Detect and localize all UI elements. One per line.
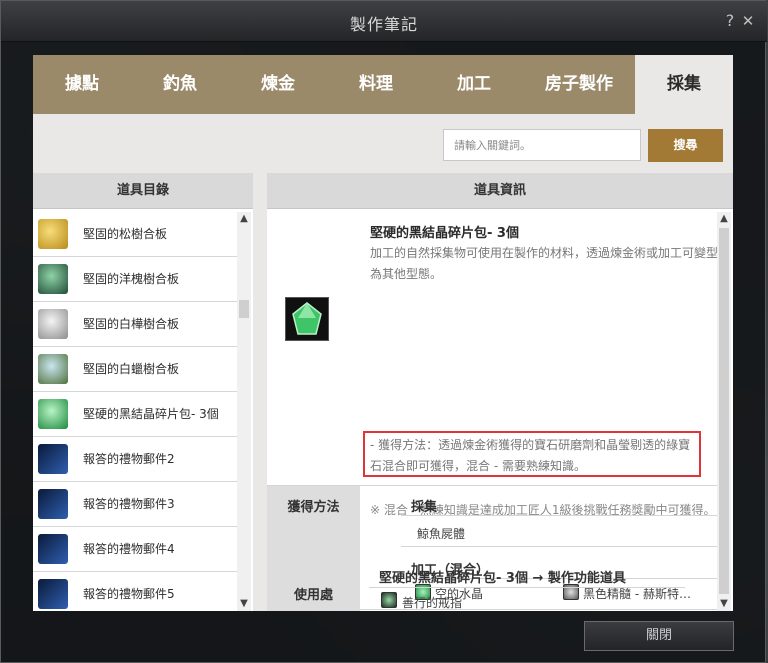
search-button[interactable]: 搜尋 xyxy=(648,129,723,162)
list-item-label: 堅固的洋槐樹合板 xyxy=(83,272,180,286)
item-info-panel: 道具資訊 堅硬的黑結晶碎片包- 3個 加工的自然採集物可使用在製作的材料，透過煉… xyxy=(267,173,733,611)
gift-mail-icon xyxy=(38,579,68,609)
list-item[interactable]: 堅硬的黑結晶碎片包- 3個 xyxy=(33,392,237,437)
gift-mail-icon xyxy=(38,444,68,474)
item-info-scrollbar[interactable]: ▲ ▼ xyxy=(717,212,731,611)
section-divider xyxy=(401,515,717,516)
list-item-label: 報答的禮物郵件3 xyxy=(83,497,175,511)
gather-title: 採集 xyxy=(411,500,438,515)
scroll-up-icon[interactable]: ▲ xyxy=(237,212,251,226)
close-icon[interactable]: ✕ xyxy=(740,12,756,30)
list-item[interactable]: 報答的禮物郵件2 xyxy=(33,437,237,482)
category-tabs: 據點 釣魚 煉金 料理 加工 房子製作 採集 xyxy=(33,55,733,114)
tab-cooking[interactable]: 料理 xyxy=(327,55,425,114)
plank-mixed-icon xyxy=(38,354,68,384)
window-title: 製作筆記 xyxy=(349,15,418,34)
tab-fishing[interactable]: 釣魚 xyxy=(131,55,229,114)
plank-white-icon xyxy=(38,309,68,339)
list-item[interactable]: 堅固的松樹合板 xyxy=(33,212,237,257)
gather-item[interactable]: 鯨魚屍體 xyxy=(417,525,465,542)
obtain-method-text: - 獲得方法：透過煉金術獲得的寶石研磨劑和晶瑩剔透的綠寶石混合即可獲得，混合 -… xyxy=(370,438,691,473)
tab-house-crafting[interactable]: 房子製作 xyxy=(523,55,635,114)
title-bar[interactable]: 製作筆記 ? ✕ xyxy=(1,1,767,42)
list-item[interactable]: 堅固的洋槐樹合板 xyxy=(33,257,237,302)
plank-green-icon xyxy=(38,264,68,294)
usage-section-label: 使用處 xyxy=(293,588,333,603)
list-item-label: 報答的禮物郵件4 xyxy=(83,542,175,556)
list-item-label: 堅固的松樹合板 xyxy=(83,227,168,241)
scroll-down-icon[interactable]: ▼ xyxy=(717,597,731,611)
gift-mail-icon xyxy=(38,534,68,564)
close-window-button[interactable]: 關閉 xyxy=(584,621,734,651)
item-description: 加工的自然採集物可使用在製作的材料，透過煉金術或加工可變型為其他型態。 xyxy=(370,246,719,281)
plank-gold-icon xyxy=(38,219,68,249)
item-list-header: 道具目錄 xyxy=(33,173,253,209)
tab-gathering[interactable]: 採集 xyxy=(635,55,733,114)
list-item[interactable]: 堅固的白樺樹合板 xyxy=(33,302,237,347)
ring-icon xyxy=(381,592,397,608)
tab-stronghold[interactable]: 據點 xyxy=(33,55,131,114)
list-item-label: 堅固的白樺樹合板 xyxy=(83,317,180,331)
list-item[interactable]: 報答的禮物郵件3 xyxy=(33,482,237,527)
obtain-section-label: 獲得方法 xyxy=(287,500,340,515)
crystal-green-icon xyxy=(38,399,68,429)
list-item-label: 報答的禮物郵件2 xyxy=(83,452,175,466)
scroll-thumb[interactable] xyxy=(719,228,729,594)
tab-processing[interactable]: 加工 xyxy=(425,55,523,114)
gift-mail-icon xyxy=(38,489,68,519)
tab-alchemy[interactable]: 煉金 xyxy=(229,55,327,114)
list-item[interactable]: 堅固的白蠟樹合板 xyxy=(33,347,237,392)
crafting-notes-window: 製作筆記 ? ✕ 據點 釣魚 煉金 料理 加工 房子製作 採集 搜尋 道具目錄 … xyxy=(0,0,767,663)
scroll-down-icon[interactable]: ▼ xyxy=(237,597,251,611)
section-divider xyxy=(369,587,685,588)
item-info-header: 道具資訊 xyxy=(267,173,733,209)
list-item[interactable]: 報答的禮物郵件5 xyxy=(33,572,237,611)
help-button[interactable]: ? xyxy=(722,12,738,30)
item-list-panel: 道具目錄 堅固的松樹合板 堅固的洋槐樹合板 堅固的白樺樹合板 堅固的白蠟樹合板 … xyxy=(33,173,253,611)
list-item-label: 堅硬的黑結晶碎片包- 3個 xyxy=(83,407,219,421)
scroll-up-icon[interactable]: ▲ xyxy=(717,212,731,226)
content-panel: 據點 釣魚 煉金 料理 加工 房子製作 採集 搜尋 道具目錄 堅固的松樹合板 堅… xyxy=(33,55,733,611)
usage-result-item[interactable]: 善行的戒指 xyxy=(402,594,462,611)
item-list-scrollbar[interactable]: ▲ ▼ xyxy=(237,212,251,611)
list-item-label: 堅固的白蠟樹合板 xyxy=(83,362,180,376)
scroll-thumb[interactable] xyxy=(239,300,249,318)
search-input[interactable] xyxy=(443,129,641,161)
list-item-label: 報答的禮物郵件5 xyxy=(83,587,175,601)
item-title: 堅硬的黑結晶碎片包- 3個 xyxy=(370,226,519,241)
usage-title: 堅硬的黑結晶碎片包- 3個 → 製作功能道具 xyxy=(379,571,626,586)
crystal-green-icon xyxy=(285,297,329,341)
section-divider xyxy=(401,546,717,547)
list-item[interactable]: 報答的禮物郵件4 xyxy=(33,527,237,572)
